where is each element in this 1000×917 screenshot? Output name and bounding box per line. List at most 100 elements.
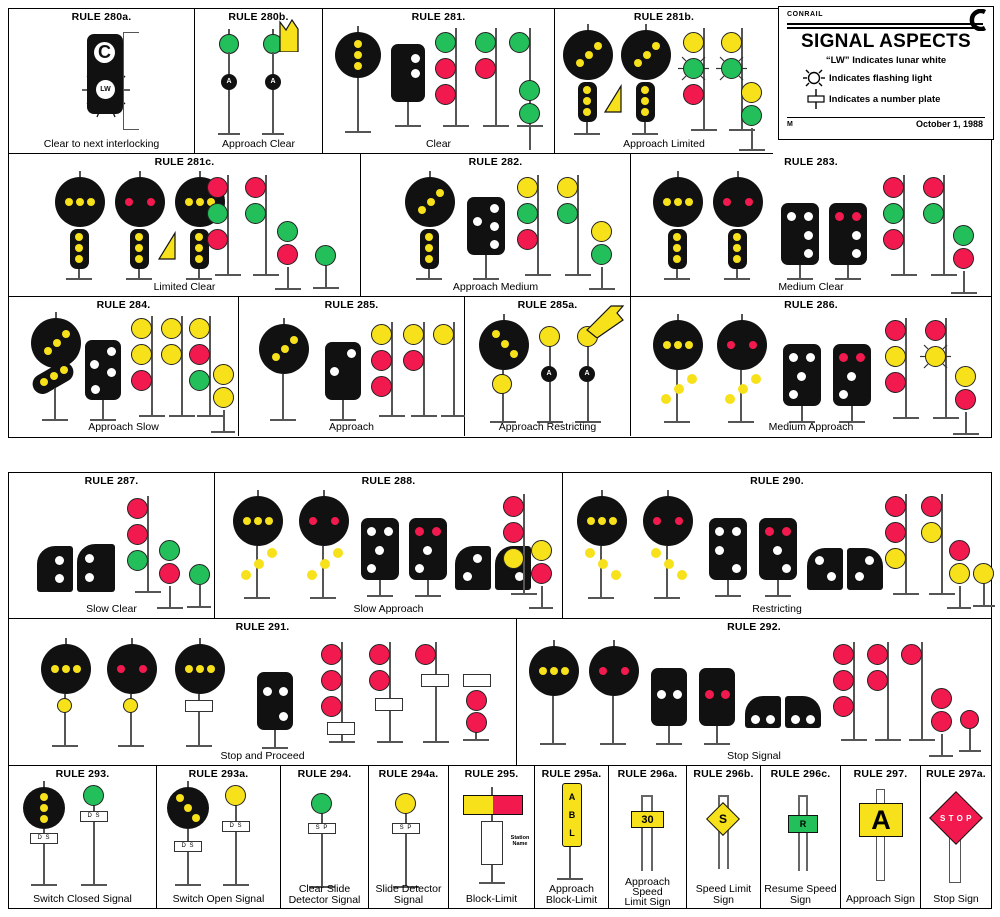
rule-title: RULE 296c. — [770, 768, 831, 780]
rule-caption: Speed Limit Sign — [687, 884, 760, 906]
rule-panel-296b[interactable]: RULE 296b. S Speed Limit Sign — [687, 766, 761, 908]
lamp-red — [782, 527, 791, 536]
rule-panel-287[interactable]: RULE 287. Slow Clear — [9, 473, 215, 619]
rule-title: RULE 290. — [750, 475, 804, 487]
rule-panel-295[interactable]: RULE 295. Station Name Block-Limit — [449, 766, 535, 908]
lamp-red — [127, 524, 148, 545]
lamp-red — [466, 712, 487, 733]
aspect-diagram — [361, 169, 630, 290]
lamp-white — [91, 385, 100, 394]
block-limit-sign — [463, 795, 523, 815]
lamp-yellow-flashing — [661, 394, 671, 404]
lamp-red — [435, 84, 456, 105]
lamp-yellow — [634, 59, 642, 67]
lamp-yellow — [40, 793, 48, 801]
rule-panel-291[interactable]: RULE 291. Stop and Proceed — [9, 619, 517, 766]
lamp-white — [797, 372, 806, 381]
signal-head-rect — [257, 672, 293, 730]
aspect-diagram — [215, 488, 562, 609]
lamp-yellow — [550, 667, 558, 675]
lamp-red — [856, 353, 865, 362]
lamp-yellow-flashing — [664, 559, 674, 569]
lamp-red — [371, 376, 392, 397]
rule-caption: Approach Speed Limit Sign — [609, 877, 686, 908]
rule-panel-297[interactable]: RULE 297. A Approach Sign — [841, 766, 921, 908]
rule-panel-281[interactable]: RULE 281. Clear — [323, 9, 555, 154]
rule-panel-296c[interactable]: RULE 296c. R Resume Speed Sign — [761, 766, 841, 908]
form-code: M — [787, 121, 793, 128]
rule-panel-295a[interactable]: RULE 295a. A B L Approach Block-Limit — [535, 766, 609, 908]
lamp-white — [107, 347, 116, 356]
lamp-red — [653, 517, 661, 525]
aspect-diagram — [631, 169, 991, 294]
lamp-yellow-marker — [57, 698, 72, 713]
rule-title: RULE 283. — [784, 156, 838, 168]
lamp-green — [475, 32, 496, 53]
sign-letter: S — [718, 812, 727, 826]
lamp-red — [867, 644, 888, 665]
aspect-diagram — [239, 312, 465, 421]
aspect-diagram: A B L — [535, 781, 608, 890]
lamp-white — [263, 687, 272, 696]
rule-panel-281b[interactable]: RULE 281b. Approach Limited — [555, 9, 773, 154]
lamp-red — [683, 84, 704, 105]
rule-panel-285[interactable]: RULE 285. Approach — [239, 297, 465, 436]
lamp-yellow — [539, 326, 560, 347]
lamp-white — [839, 390, 848, 399]
rule-panel-286[interactable]: RULE 286. Medium Approach — [631, 297, 991, 436]
lamp-red — [925, 320, 946, 341]
lamp-red — [503, 496, 524, 517]
lamp-yellow — [354, 40, 362, 48]
sign-letter: R — [799, 819, 807, 829]
lamp-yellow — [73, 665, 81, 673]
lamp-white — [657, 690, 666, 699]
lamp-white — [411, 54, 420, 63]
rule-panel-296a[interactable]: RULE 296a. 30 Approach Speed Limit Sign — [609, 766, 687, 908]
flashing-light-icon — [803, 69, 825, 87]
rule-caption: Resume Speed Sign — [761, 884, 840, 906]
rule-title: RULE 293. — [55, 768, 110, 780]
aspect-diagram: S — [687, 781, 760, 890]
aspect-diagram: Station Name — [449, 781, 534, 890]
lamp-red — [371, 350, 392, 371]
aspect-diagram: R — [761, 781, 840, 890]
rule-caption: Clear — [425, 138, 452, 150]
conrail-logo-icon — [969, 9, 987, 31]
rule-panel-293a[interactable]: RULE 293a. D S D S Switch Open Signal — [157, 766, 281, 908]
signal-head-round — [107, 644, 157, 694]
rule-panel-292[interactable]: RULE 292. Stop Signal — [517, 619, 991, 766]
rule-panel-293[interactable]: RULE 293. D S D S Switch Closed Signal — [9, 766, 157, 908]
rule-panel-285a[interactable]: RULE 285a. A A Approach Restricting — [465, 297, 631, 436]
lamp-white — [490, 222, 499, 231]
rule-panel-288[interactable]: RULE 288. Slow Approach — [215, 473, 563, 619]
lamp-green — [519, 80, 540, 101]
lamp-red — [621, 667, 629, 675]
lamp-red — [415, 527, 424, 536]
rule-panel-294a[interactable]: RULE 294a. S P Slide Detector Signal — [369, 766, 449, 908]
aspect-diagram — [9, 312, 238, 433]
rule-panel-283[interactable]: RULE 283. Medium Clear — [631, 154, 991, 297]
rule-panel-290[interactable]: RULE 290. Restricting — [563, 473, 995, 619]
lamp-green — [591, 244, 612, 265]
lamp-yellow — [492, 330, 500, 338]
lamp-yellow — [433, 324, 454, 345]
rule-caption: Medium Approach — [768, 421, 854, 433]
rule-panel-280b[interactable]: RULE 280b. A A Approach Clear — [195, 9, 323, 154]
rule-panel-282[interactable]: RULE 282. Approach Medium — [361, 154, 631, 297]
rule-panel-297a[interactable]: RULE 297a. S T O P Stop Sign — [921, 766, 991, 908]
lamp-yellow-marker — [123, 698, 138, 713]
lamp-red — [885, 372, 906, 393]
lamp-red — [921, 496, 942, 517]
lamp-yellow — [131, 344, 152, 365]
sp-plate-text: S P — [399, 825, 413, 831]
aspect-diagram: S P — [369, 781, 448, 890]
lamp-green — [219, 34, 239, 54]
lamp-red — [833, 644, 854, 665]
rule-panel-284[interactable]: RULE 284. Approach Slow — [9, 297, 239, 436]
lamp-red — [321, 670, 342, 691]
lamp-red — [517, 229, 538, 250]
lamp-yellow — [196, 665, 204, 673]
rule-panel-294[interactable]: RULE 294. S P Clear Slide Detector Signa… — [281, 766, 369, 908]
rule-panel-280a[interactable]: RULE 280a. C LW Clear to next interlocki… — [9, 9, 195, 154]
rule-panel-281c[interactable]: RULE 281c. Limited Clear — [9, 154, 361, 297]
